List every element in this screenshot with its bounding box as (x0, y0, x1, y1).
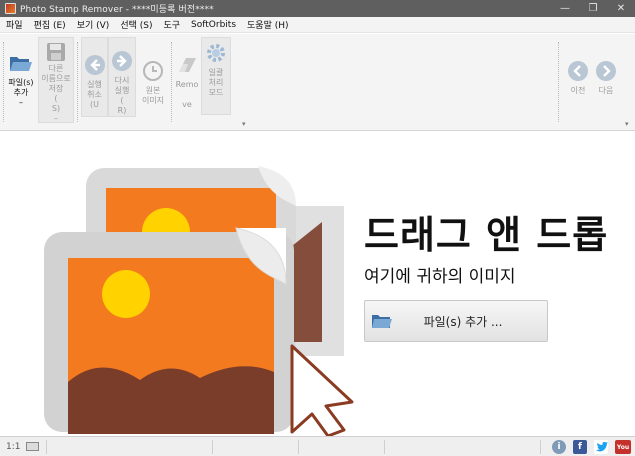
menu-view[interactable]: 보기 (V) (77, 18, 110, 31)
next-arrow-icon (593, 58, 619, 84)
save-disk-icon (43, 42, 69, 62)
drag-drop-title: 드래그 앤 드롭 (364, 213, 609, 257)
menu-tools[interactable]: 도구 (163, 18, 180, 31)
info-icon[interactable]: i (552, 440, 566, 454)
status-divider (46, 440, 47, 454)
original-image-button[interactable]: 원본 이미지 (138, 38, 168, 106)
window-title: Photo Stamp Remover - ****미등록 버전**** (20, 5, 214, 15)
folder-open-icon (8, 50, 34, 76)
close-button[interactable]: ✕ (607, 0, 635, 17)
twitter-icon[interactable] (594, 440, 608, 454)
menu-bar: 파일 편집 (E) 보기 (V) 선택 (S) 도구 SoftOrbits 도움… (0, 17, 635, 33)
menu-file[interactable]: 파일 (6, 18, 23, 31)
prev-arrow-icon (565, 58, 591, 84)
add-files-button[interactable]: 파일(s) 추가 ... (364, 300, 548, 342)
eraser-icon (174, 52, 200, 78)
toolbar-separator (558, 42, 560, 122)
next-button[interactable]: 다음 (594, 38, 618, 96)
minimize-button[interactable]: — (551, 0, 579, 17)
menu-softorbits[interactable]: SoftOrbits (191, 20, 236, 30)
history-clock-icon (140, 58, 166, 84)
original-image-label: 원본 이미지 (141, 86, 165, 105)
drop-zone[interactable]: 드래그 앤 드롭 여기에 귀하의 이미지 파일(s) 추가 ... (0, 132, 635, 436)
remove-label: Remo ve (175, 80, 199, 109)
batch-mode-button[interactable]: 일괄 처리 모드 (201, 37, 231, 115)
youtube-icon[interactable]: You (615, 440, 631, 454)
facebook-icon[interactable]: f (573, 440, 587, 454)
status-divider (540, 440, 541, 454)
toolbar-overflow-icon[interactable]: ▾ (242, 120, 246, 128)
prev-label: 이전 (570, 86, 586, 95)
toolbar: 파일(s) 추가 – 다른 이름으로 저장 ( S) – 실행 취소 (U 다시… (0, 34, 635, 131)
save-as-button[interactable]: 다른 이름으로 저장 ( S) – (38, 37, 74, 123)
drag-drop-subtitle: 여기에 귀하의 이미지 (364, 267, 516, 287)
save-as-label: 다른 이름으로 저장 ( S) – (41, 64, 71, 123)
add-files-label: 파일(s) 추가 ... (423, 314, 503, 329)
status-divider (298, 440, 299, 454)
batch-mode-label: 일괄 처리 모드 (208, 68, 224, 97)
status-divider (212, 440, 213, 454)
next-label: 다음 (598, 86, 614, 95)
status-divider (384, 440, 385, 454)
fit-window-icon[interactable] (26, 442, 40, 451)
zoom-level[interactable]: 1:1 (6, 442, 20, 452)
toolbar-grip (3, 42, 5, 122)
maximize-button[interactable]: ❐ (579, 0, 607, 17)
arrow-left-circle-icon (82, 52, 108, 78)
app-logo-icon (5, 3, 16, 14)
window-controls: — ❐ ✕ (551, 0, 635, 17)
arrow-right-circle-icon (109, 48, 135, 74)
title-bar: Photo Stamp Remover - ****미등록 버전**** — ❐… (0, 0, 635, 17)
toolbar-separator (77, 42, 79, 122)
prev-button[interactable]: 이전 (566, 38, 590, 96)
social-links: i f You (545, 439, 631, 455)
redo-label: 다시 실행 ( R) (114, 76, 130, 115)
status-bar: 1:1 i f You (0, 436, 635, 456)
redo-button[interactable]: 다시 실행 ( R) (108, 37, 136, 117)
undo-label: 실행 취소 (U (87, 80, 102, 109)
add-file-label: 파일(s) 추가 – (8, 78, 34, 107)
undo-button[interactable]: 실행 취소 (U (81, 37, 108, 117)
remove-button[interactable]: Remo ve (173, 38, 201, 110)
folder-open-icon (371, 313, 393, 329)
menu-select[interactable]: 선택 (S) (120, 18, 152, 31)
menu-edit[interactable]: 편집 (E) (34, 18, 66, 31)
gear-icon (203, 40, 229, 66)
toolbar-overflow-icon[interactable]: ▾ (625, 120, 629, 128)
drag-drop-illustration (44, 166, 354, 436)
menu-help[interactable]: 도움말 (H) (247, 18, 289, 31)
add-file-button[interactable]: 파일(s) 추가 – (6, 38, 36, 108)
